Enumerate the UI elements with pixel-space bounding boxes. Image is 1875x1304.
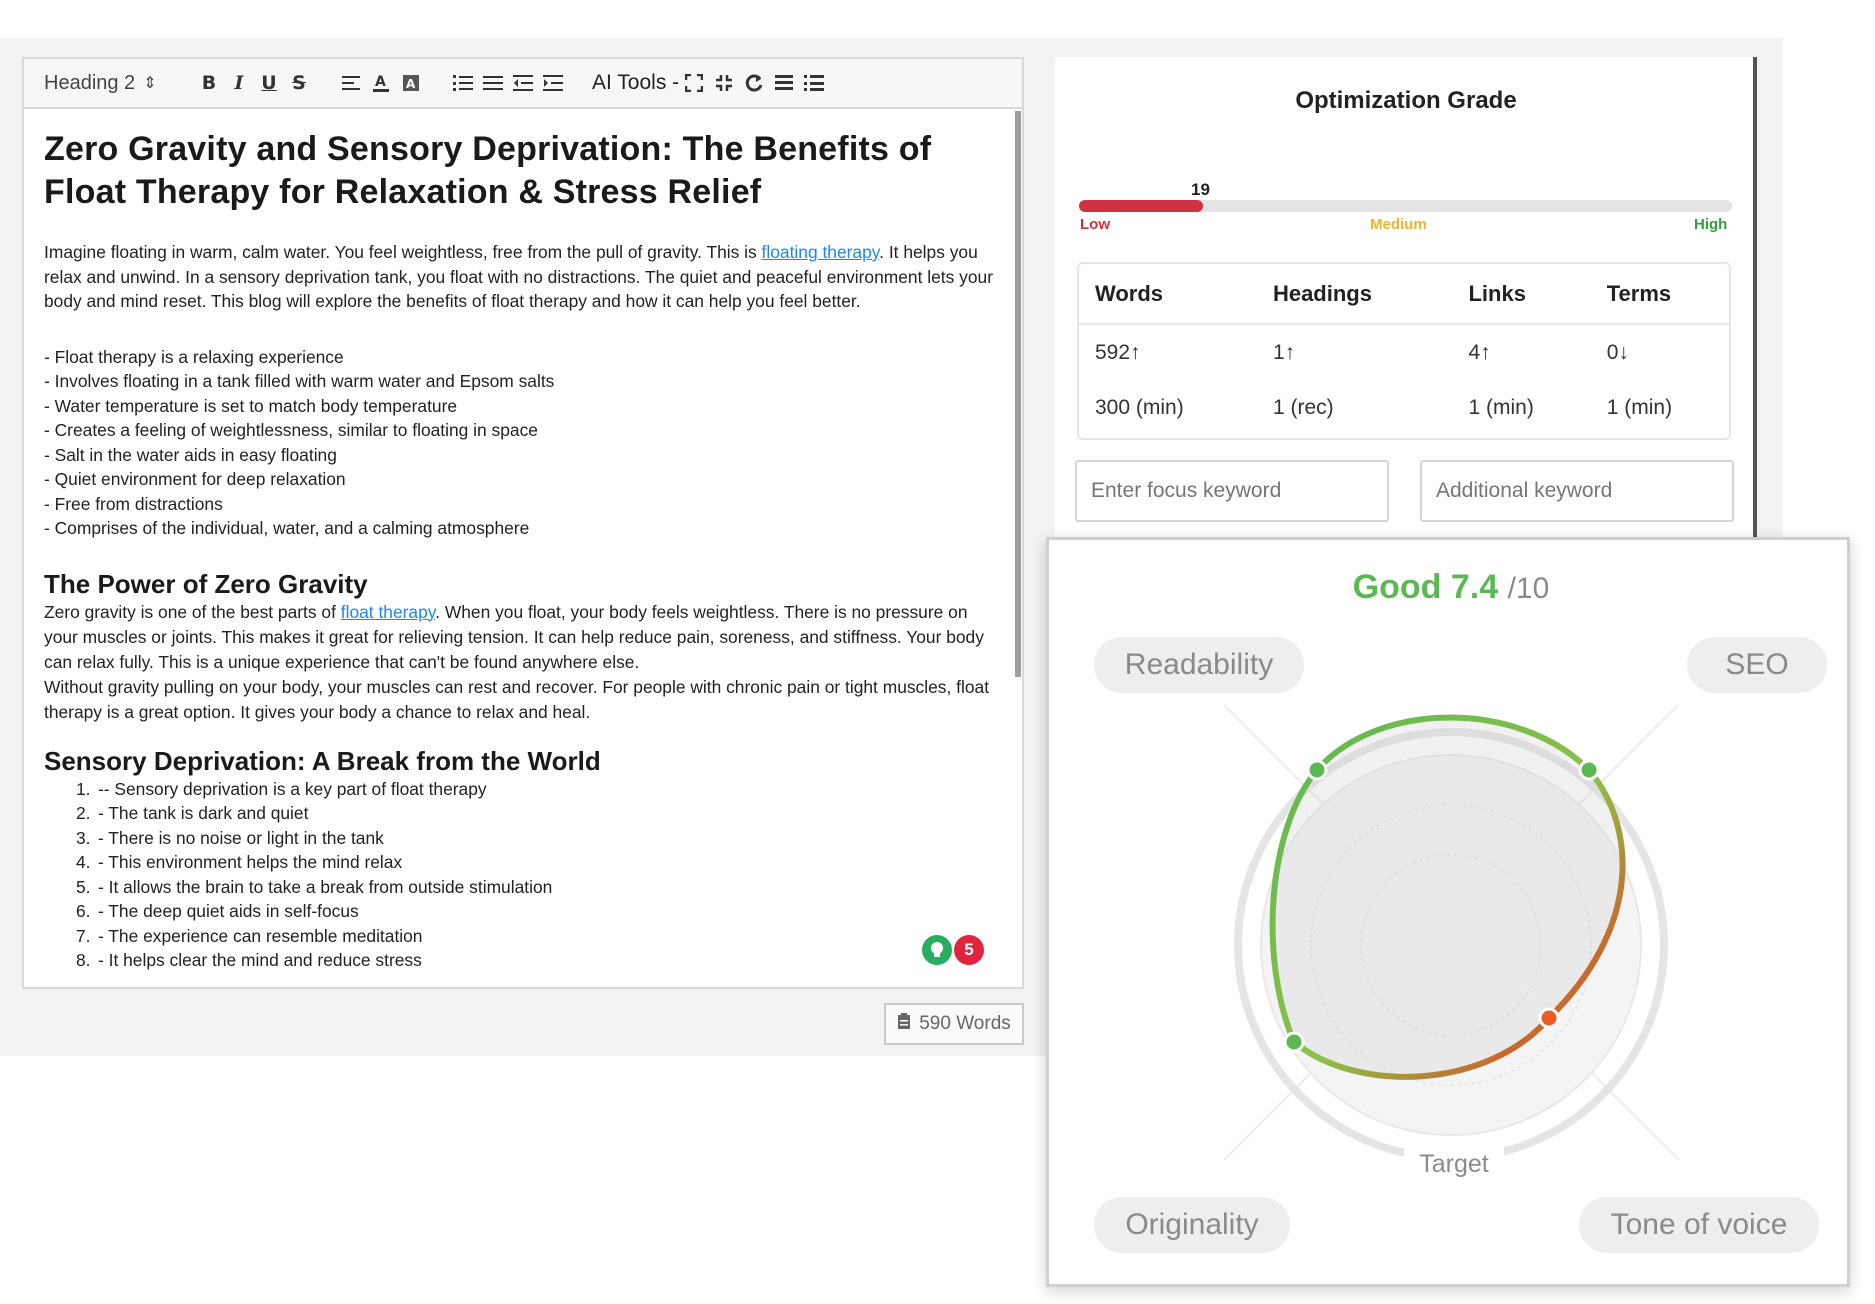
outdent-icon[interactable] bbox=[508, 68, 538, 98]
grade-value: 19 bbox=[1191, 180, 1210, 199]
list-item: - Water temperature is set to match body… bbox=[44, 395, 458, 416]
editor-content[interactable]: Zero Gravity and Sensory Deprivation: Th… bbox=[24, 111, 1024, 987]
level-medium-label: Medium bbox=[1370, 216, 1427, 233]
level-high-label: High bbox=[1694, 216, 1728, 233]
tone-of-voice-pill[interactable]: Tone of voice bbox=[1579, 1197, 1819, 1253]
originality-point bbox=[1283, 1031, 1305, 1053]
unordered-list-icon[interactable] bbox=[478, 68, 508, 98]
table-row: 300 (min) 1 (rec) 1 (min) 1 (min) bbox=[1079, 380, 1729, 436]
optimization-title: Optimization Grade bbox=[1295, 87, 1517, 114]
list-item: 5. - It allows the brain to take a break … bbox=[76, 876, 553, 897]
assistant-badges[interactable]: 5 bbox=[922, 935, 984, 965]
list-item: 7. - The experience can resemble meditati… bbox=[76, 925, 423, 946]
target-label: Target bbox=[1419, 1150, 1489, 1178]
list-item: 1. -- Sensory deprivation is a key part o… bbox=[76, 778, 487, 799]
list-item: 2. - The tank is dark and quiet bbox=[76, 803, 309, 823]
select-arrows-icon: ⇕ bbox=[143, 75, 157, 92]
list-item: 3. - There is no noise or light in the ta… bbox=[76, 827, 384, 848]
bullet-list: - Float therapy is a relaxing experience… bbox=[44, 345, 1002, 541]
section-heading: The Power of Zero Gravity bbox=[44, 568, 368, 599]
list-item: - Creates a feeling of weightlessness, s… bbox=[44, 420, 538, 440]
additional-keyword-input[interactable] bbox=[1420, 460, 1734, 522]
section-paragraph: Without gravity pulling on your body, yo… bbox=[44, 676, 990, 722]
fullscreen-icon[interactable] bbox=[679, 68, 709, 98]
text-color-icon[interactable]: A bbox=[366, 68, 396, 98]
exit-fullscreen-icon[interactable] bbox=[709, 68, 739, 98]
headings-current: 1↑ bbox=[1272, 340, 1296, 364]
words-current: 592↑ bbox=[1095, 340, 1141, 364]
table-row: 592↑ 1↑ 4↑ 0↓ bbox=[1079, 324, 1729, 380]
seo-point bbox=[1578, 759, 1600, 781]
col-header-headings: Headings bbox=[1256, 264, 1453, 325]
list-item: - Comprises of the individual, water, an… bbox=[44, 518, 530, 538]
grade-progress-fill bbox=[1079, 200, 1204, 212]
headings-target: 1 (rec) bbox=[1272, 396, 1334, 419]
readability-point bbox=[1306, 759, 1328, 781]
terms-current: 0↓ bbox=[1606, 340, 1629, 364]
highlight-icon[interactable]: A bbox=[396, 68, 426, 98]
editor-toolbar: Heading 2 ⇕ B I U S A A AI Tools - bbox=[24, 59, 1022, 109]
lightbulb-icon[interactable] bbox=[922, 935, 952, 965]
list-item: - Salt in the water aids in easy floatin… bbox=[44, 444, 337, 465]
score-rating: Good 7.4 /10 bbox=[1049, 568, 1853, 607]
clipboard-icon bbox=[897, 1012, 911, 1036]
grade-progress-bar bbox=[1079, 200, 1732, 212]
strikethrough-icon[interactable]: S bbox=[284, 68, 314, 98]
editor-scrollbar[interactable] bbox=[1014, 111, 1022, 987]
col-header-links: Links bbox=[1452, 264, 1591, 325]
list-item: - Involves floating in a tank filled wit… bbox=[44, 371, 555, 391]
italic-icon[interactable]: I bbox=[224, 68, 254, 98]
level-low-label: Low bbox=[1080, 216, 1110, 233]
links-current: 4↑ bbox=[1468, 340, 1491, 364]
document-title: Zero Gravity and Sensory Deprivation: Th… bbox=[44, 130, 932, 211]
word-count-text: 590 Words bbox=[919, 1013, 1011, 1034]
scrollbar-thumb[interactable] bbox=[1015, 111, 1021, 677]
list-item: 6. - The deep quiet aids in self-focus bbox=[76, 901, 359, 921]
col-header-terms: Terms bbox=[1590, 264, 1729, 325]
align-icon[interactable] bbox=[336, 68, 366, 98]
readability-pill[interactable]: Readability bbox=[1094, 637, 1304, 693]
section-paragraph: Zero gravity is one of the best parts of… bbox=[44, 601, 984, 672]
text-editor[interactable]: Heading 2 ⇕ B I U S A A AI Tools - Zero … bbox=[22, 57, 1024, 989]
tone-point bbox=[1538, 1007, 1560, 1029]
svg-text:A: A bbox=[375, 74, 386, 90]
list-item: 8. - It helps clear the mind and reduce s… bbox=[76, 950, 422, 970]
intro-paragraph: Imagine floating in warm, calm water. Yo… bbox=[44, 242, 993, 311]
list-item: 4. - This environment helps the mind rela… bbox=[76, 852, 403, 872]
justify-icon[interactable] bbox=[769, 68, 799, 98]
score-denominator: /10 bbox=[1507, 572, 1550, 605]
list-item: - Free from distractions bbox=[44, 493, 223, 514]
float-therapy-link[interactable]: float therapy bbox=[341, 602, 435, 622]
seo-pill[interactable]: SEO bbox=[1687, 637, 1827, 693]
refresh-icon[interactable] bbox=[739, 68, 769, 98]
score-value: Good 7.4 bbox=[1352, 568, 1499, 606]
svg-text:A: A bbox=[406, 77, 416, 91]
section-heading: Sensory Deprivation: A Break from the Wo… bbox=[44, 745, 601, 776]
list-view-icon[interactable] bbox=[799, 68, 829, 98]
floating-therapy-link[interactable]: floating therapy bbox=[762, 242, 880, 262]
list-item: - Float therapy is a relaxing experience bbox=[44, 346, 344, 367]
col-header-words: Words bbox=[1079, 264, 1257, 325]
heading-select[interactable]: Heading 2 ⇕ bbox=[44, 72, 194, 95]
ordered-list-icon[interactable] bbox=[448, 68, 478, 98]
words-target: 300 (min) bbox=[1095, 396, 1184, 419]
originality-pill[interactable]: Originality bbox=[1094, 1197, 1290, 1253]
focus-keyword-input[interactable] bbox=[1075, 460, 1389, 522]
word-count-badge: 590 Words bbox=[884, 1003, 1024, 1045]
underline-icon[interactable]: U bbox=[254, 68, 284, 98]
indent-icon[interactable] bbox=[538, 68, 568, 98]
bold-icon[interactable]: B bbox=[194, 68, 224, 98]
numbered-list: 1. -- Sensory deprivation is a key part o… bbox=[76, 777, 1002, 973]
stats-table: Words Headings Links Terms 592↑ 1↑ 4↑ 0↓… bbox=[1077, 262, 1731, 440]
ai-tools-menu[interactable]: AI Tools - bbox=[592, 71, 679, 95]
list-item: - Quiet environment for deep relaxation bbox=[44, 469, 346, 489]
suggestion-count-badge[interactable]: 5 bbox=[954, 935, 984, 965]
score-card: Target Good 7.4 /10 Readability SEO Orig… bbox=[1046, 537, 1850, 1287]
links-target: 1 (min) bbox=[1468, 396, 1534, 419]
terms-target: 1 (min) bbox=[1606, 396, 1673, 419]
heading-select-value: Heading 2 bbox=[44, 71, 136, 94]
